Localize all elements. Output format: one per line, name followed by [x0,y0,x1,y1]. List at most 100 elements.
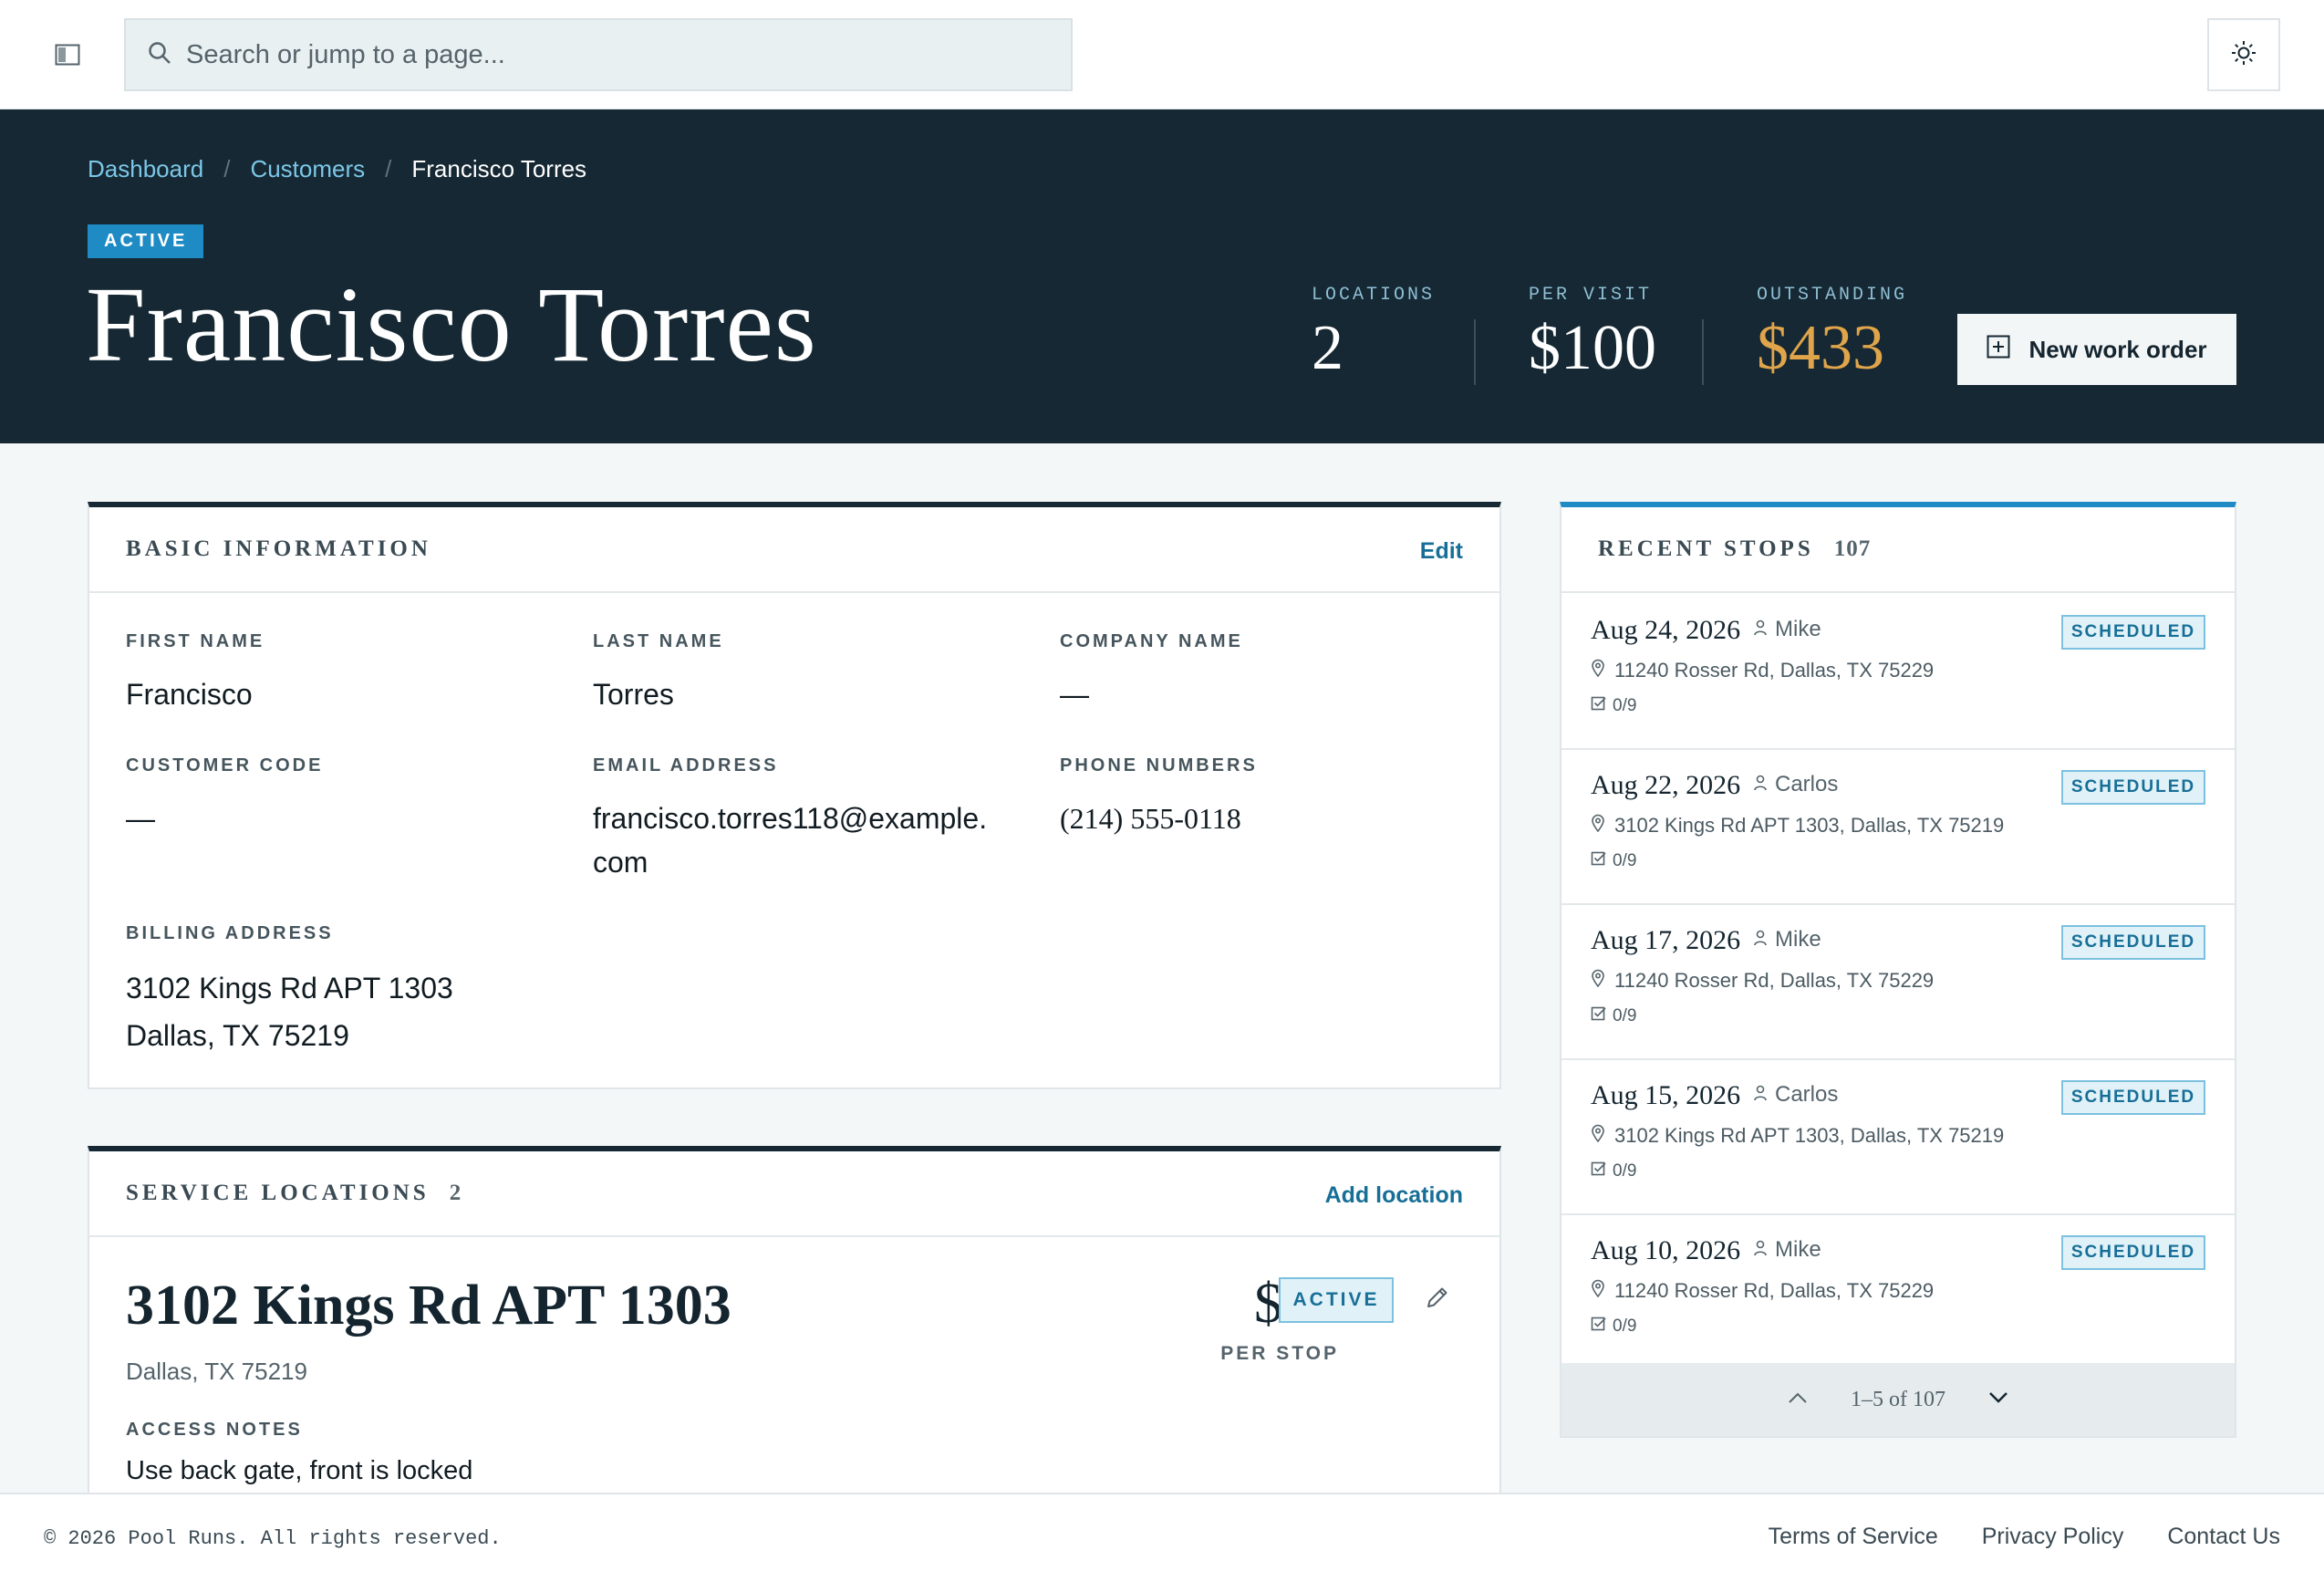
stat-value: 2 [1312,313,1344,383]
theme-toggle-button[interactable] [2207,18,2280,91]
address-text: 3102 Kings Rd APT 1303, Dallas, TX 75219 [1614,814,2005,837]
checkbox-icon [1591,850,1607,872]
chevron-down-icon [1987,1390,2009,1410]
email-line: francisco.torres118@example. [593,802,988,835]
breadcrumb-customers[interactable]: Customers [250,155,365,183]
field-first-name: FIRST NAME Francisco [126,631,265,716]
stop-address: 11240 Rosser Rd, Dallas, TX 75229 [1591,659,1934,682]
stop-date: Aug 22, 2026 [1591,770,1741,800]
status-badge: ACTIVE [88,224,204,258]
person-icon [1753,617,1768,642]
person-icon [1753,1082,1768,1108]
contact-link[interactable]: Contact Us [2167,1524,2280,1550]
stop-status-badge: SCHEDULED [2061,615,2205,650]
technician-name: Mike [1775,1237,1821,1262]
stop-status-badge: SCHEDULED [2061,925,2205,960]
stat-divider [1474,319,1476,385]
field-email-address: EMAIL ADDRESS francisco.torres118@exampl… [593,755,987,884]
address-text: 3102 Kings Rd APT 1303, Dallas, TX 75219 [1614,1124,2005,1147]
map-pin-icon [1591,969,1605,993]
location-status-badge: ACTIVE [1279,1277,1394,1323]
terms-link[interactable]: Terms of Service [1769,1524,1938,1550]
stop-tasks: 0/9 [1591,695,1636,717]
panel-title: RECENT STOPS 107 [1598,536,1871,562]
stop-row[interactable]: Aug 22, 2026 Carlos 3102 Kings Rd APT 1303… [1561,750,2235,905]
stop-technician: Mike [1753,927,1821,952]
top-bar [0,0,2324,109]
stop-row[interactable]: Aug 24, 2026 Mike 11240 Rosser Rd, Dallas,… [1561,595,2235,750]
breadcrumb-current: Francisco Torres [411,155,587,182]
address-text: 11240 Rosser Rd, Dallas, TX 75229 [1614,969,1935,992]
stop-date: Aug 17, 2026 [1591,925,1741,955]
panel-title: BASIC INFORMATION [126,536,431,561]
email-link[interactable]: francisco.torres118@example. com [593,796,987,884]
previous-page-button[interactable] [1781,1383,1814,1416]
checkbox-icon [1591,1160,1607,1182]
tasks-progress: 0/9 [1613,851,1637,870]
field-label: BILLING ADDRESS [126,923,334,943]
search-bar[interactable] [124,18,1073,91]
panel-title-text: SERVICE LOCATIONS [126,1181,430,1205]
field-value: — [126,802,155,835]
edit-location-button[interactable] [1419,1281,1456,1317]
field-label: PHONE NUMBERS [1060,755,1258,775]
chevron-up-icon [1787,1390,1809,1410]
person-icon [1753,772,1768,797]
location-title: 3102 Kings Rd APT 1303 [126,1275,731,1337]
breadcrumb-dashboard[interactable]: Dashboard [88,155,203,183]
field-phone-numbers: PHONE NUMBERS (214) 555-0118 [1060,755,1258,840]
plus-square-icon [1987,335,2010,365]
add-location-button[interactable]: Add location [1325,1182,1463,1209]
privacy-link[interactable]: Privacy Policy [1982,1524,2124,1550]
edit-button[interactable]: Edit [1420,538,1463,565]
stop-tasks: 0/9 [1591,1160,1636,1182]
stat-value: $100 [1529,313,1656,383]
stat-outstanding: OUTSTANDING $433 [1757,285,1907,385]
stat-locations: LOCATIONS 2 [1312,285,1435,385]
map-pin-icon [1591,1124,1605,1148]
pagination: 1–5 of 107 [1561,1363,2235,1436]
stop-row[interactable]: Aug 10, 2026 Mike 11240 Rosser Rd, Dallas,… [1561,1215,2235,1370]
panel-title-text: RECENT STOPS [1598,536,1814,561]
stat-label: OUTSTANDING [1757,285,1908,306]
stop-address: 3102 Kings Rd APT 1303, Dallas, TX 75219 [1591,1124,2004,1148]
stop-technician: Mike [1753,1237,1821,1263]
next-page-button[interactable] [1982,1383,2015,1416]
stat-divider [1702,319,1704,385]
new-work-order-button[interactable]: New work order [1957,314,2236,385]
pagination-text: 1–5 of 107 [1851,1387,1945,1411]
field-label: FIRST NAME [126,631,265,651]
sidebar-toggle-icon[interactable] [51,38,84,71]
location-price-unit: PER STOP [1220,1343,1339,1364]
technician-name: Mike [1775,927,1821,952]
stop-date: Aug 10, 2026 [1591,1235,1741,1265]
breadcrumb: Dashboard / Customers / Francisco Torres [88,155,586,183]
checkbox-icon [1591,695,1607,717]
stop-address: 11240 Rosser Rd, Dallas, TX 75229 [1591,969,1934,993]
stat-label: PER VISIT [1529,285,1653,306]
stop-status-badge: SCHEDULED [2061,770,2205,805]
stop-row[interactable]: Aug 17, 2026 Mike 11240 Rosser Rd, Dallas,… [1561,905,2235,1060]
stop-row[interactable]: Aug 15, 2026 Carlos 3102 Kings Rd APT 1303… [1561,1060,2235,1215]
search-icon [148,41,171,69]
address-text: 11240 Rosser Rd, Dallas, TX 75229 [1614,1279,1935,1302]
stop-technician: Carlos [1753,1082,1838,1108]
access-notes-label: ACCESS NOTES [126,1420,303,1440]
basic-information-panel: BASIC INFORMATION Edit FIRST NAME Franci… [88,502,1501,1089]
page-title: Francisco Torres [86,265,817,384]
location-city: Dallas, TX 75219 [126,1358,307,1385]
pencil-icon [1424,1284,1451,1316]
stop-status-badge: SCHEDULED [2061,1080,2205,1115]
stop-tasks: 0/9 [1591,1316,1636,1337]
stop-technician: Mike [1753,617,1821,642]
panel-header: BASIC INFORMATION Edit [89,507,1499,593]
checkbox-icon [1591,1316,1607,1337]
footer: © 2026 Pool Runs. All rights reserved. T… [0,1493,2324,1582]
search-input[interactable] [186,39,1007,70]
phone-link[interactable]: (214) 555-0118 [1060,796,1258,840]
field-customer-code: CUSTOMER CODE — [126,755,323,840]
footer-links: Terms of Service Privacy Policy Contact … [1769,1524,2280,1550]
field-label: EMAIL ADDRESS [593,755,779,775]
technician-name: Carlos [1775,772,1839,796]
stop-technician: Carlos [1753,772,1838,797]
